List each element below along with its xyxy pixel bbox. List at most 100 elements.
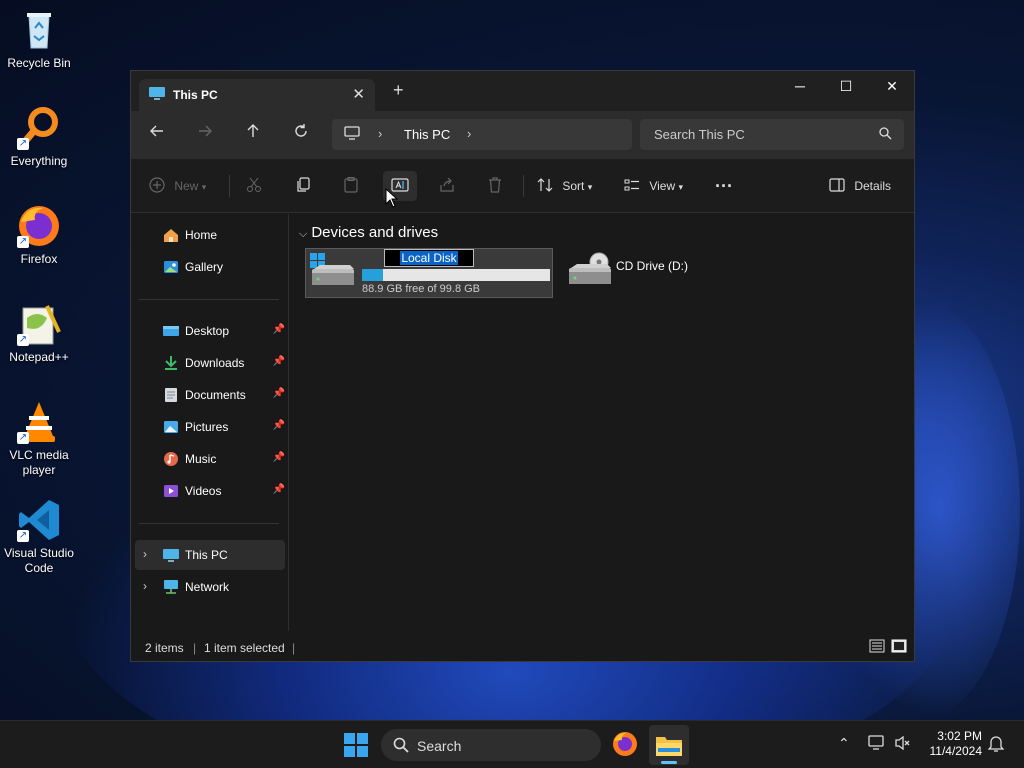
up-button[interactable] — [241, 123, 265, 147]
refresh-button[interactable] — [289, 123, 313, 147]
search-box[interactable]: Search This PC — [640, 119, 904, 150]
nav-item-this-pc[interactable]: › This PC — [135, 540, 285, 570]
nav-item-label: Network — [185, 580, 230, 594]
pin-icon[interactable]: 📌 — [273, 484, 285, 495]
details-pane-icon — [829, 178, 845, 192]
videos-icon — [163, 483, 179, 499]
search-icon — [393, 737, 409, 756]
taskbar-file-explorer[interactable] — [649, 725, 689, 765]
nav-item-desktop[interactable]: Desktop 📌 — [135, 316, 285, 346]
taskbar-firefox[interactable] — [612, 731, 638, 760]
more-options-icon[interactable]: ··· — [715, 171, 737, 201]
maximize-button[interactable]: ☐ — [823, 71, 869, 103]
desktop-icon-recycle-bin[interactable]: Recycle Bin — [0, 8, 78, 71]
volume-muted-icon[interactable] — [894, 735, 912, 754]
desktop-icon-everything[interactable]: ↗ Everything — [0, 106, 78, 169]
chevron-up-icon[interactable]: ⌃ — [838, 735, 850, 752]
clipboard-icon — [344, 177, 358, 193]
drive-cd-d[interactable]: CD Drive (D:) — [563, 248, 743, 298]
breadcrumb-this-pc[interactable]: This PC — [404, 127, 450, 142]
details-view-icon[interactable] — [869, 639, 885, 656]
trash-icon — [489, 177, 501, 193]
nav-item-home[interactable]: Home — [135, 220, 285, 250]
new-label: New — [174, 179, 199, 193]
shortcut-arrow-icon: ↗ — [17, 432, 29, 444]
view-button[interactable]: View ▾ — [624, 171, 692, 201]
back-button[interactable] — [145, 123, 169, 147]
desktop-icon-label: VLC media player — [9, 448, 69, 477]
start-button[interactable] — [344, 733, 368, 760]
chevron-right-icon[interactable]: › — [378, 126, 382, 141]
sort-button[interactable]: Sort ▾ — [537, 171, 601, 201]
rename-input[interactable]: Local Disk — [384, 249, 474, 267]
details-label: Details — [854, 179, 892, 193]
mouse-cursor-icon — [385, 187, 399, 211]
notification-bell-icon[interactable] — [987, 735, 1005, 756]
desktop-icon-vscode[interactable]: ↗ Visual Studio Code — [0, 498, 78, 576]
nav-item-downloads[interactable]: Downloads 📌 — [135, 348, 285, 378]
chevron-down-icon: ▾ — [587, 182, 593, 192]
close-button[interactable]: ✕ — [869, 71, 915, 103]
chevron-down-icon[interactable]: ⌵ — [299, 228, 307, 240]
downloads-icon — [163, 355, 179, 371]
pin-icon[interactable]: 📌 — [273, 388, 285, 399]
system-clock[interactable]: 3:02 PM 11/4/2024 — [930, 729, 983, 759]
share-button[interactable] — [439, 171, 459, 201]
chevron-right-icon[interactable]: › — [467, 126, 471, 141]
nav-item-pictures[interactable]: Pictures 📌 — [135, 412, 285, 442]
shortcut-arrow-icon: ↗ — [17, 530, 29, 542]
hard-drive-icon — [310, 253, 354, 292]
desktop-icon-label: Recycle Bin — [7, 56, 71, 70]
nav-item-music[interactable]: Music 📌 — [135, 444, 285, 474]
details-button[interactable]: Details — [829, 171, 895, 201]
clock-time: 3:02 PM — [937, 729, 982, 743]
network-status-icon[interactable] — [868, 735, 886, 754]
pin-icon[interactable]: 📌 — [273, 420, 285, 431]
storage-usage-bar — [362, 269, 550, 281]
chevron-right-icon[interactable]: › — [143, 547, 147, 561]
drive-local-disk[interactable]: Local Disk 88.9 GB free of 99.8 GB — [305, 248, 553, 298]
nav-item-videos[interactable]: Videos 📌 — [135, 476, 285, 506]
nav-item-network[interactable]: › Network — [135, 572, 285, 602]
chevron-down-icon: ▾ — [678, 182, 684, 192]
vscode-icon: ↗ — [17, 498, 61, 542]
back-arrow-icon — [150, 125, 163, 137]
pin-icon[interactable]: 📌 — [273, 452, 285, 463]
tab-close-icon[interactable]: ✕ — [352, 85, 365, 103]
divider: | — [292, 641, 296, 655]
copy-button[interactable] — [295, 171, 315, 201]
taskbar-search[interactable]: Search — [381, 729, 601, 761]
desktop-icon-notepadpp[interactable]: ↗ Notepad++ — [0, 302, 78, 365]
item-count: 2 items — [145, 641, 184, 655]
search-placeholder: Search This PC — [654, 127, 745, 142]
this-pc-icon — [163, 547, 179, 563]
view-label: View — [649, 179, 676, 193]
paste-button[interactable] — [343, 171, 363, 201]
nav-item-label: Pictures — [185, 420, 229, 434]
forward-button[interactable] — [193, 123, 217, 147]
desktop-icon-vlc[interactable]: ↗ VLC media player — [0, 400, 78, 478]
divider — [523, 175, 524, 197]
chevron-right-icon[interactable]: › — [143, 579, 147, 593]
group-header-devices[interactable]: ⌵ Devices and drives — [299, 224, 438, 241]
address-bar[interactable]: › This PC › — [332, 119, 632, 150]
new-button[interactable]: New ▾ — [149, 171, 213, 201]
shortcut-arrow-icon: ↗ — [17, 236, 29, 248]
minimize-button[interactable]: ─ — [777, 71, 823, 103]
new-tab-button[interactable]: + — [393, 81, 404, 99]
divider — [139, 523, 279, 524]
network-icon — [163, 579, 179, 595]
recycle-bin-icon — [17, 8, 61, 52]
delete-button[interactable] — [487, 171, 507, 201]
pin-icon[interactable]: 📌 — [273, 324, 285, 335]
file-explorer-window: This PC ✕ + ─ ☐ ✕ › This PC › Search Thi… — [130, 70, 915, 662]
desktop-icon-firefox[interactable]: ↗ Firefox — [0, 204, 78, 267]
cut-button[interactable] — [246, 171, 266, 201]
tab-this-pc[interactable]: This PC ✕ — [139, 79, 375, 111]
home-icon — [163, 227, 179, 243]
this-pc-icon — [149, 87, 165, 104]
nav-item-gallery[interactable]: Gallery — [135, 252, 285, 282]
nav-item-documents[interactable]: Documents 📌 — [135, 380, 285, 410]
pin-icon[interactable]: 📌 — [273, 356, 285, 367]
large-icons-view-icon[interactable] — [891, 639, 907, 656]
